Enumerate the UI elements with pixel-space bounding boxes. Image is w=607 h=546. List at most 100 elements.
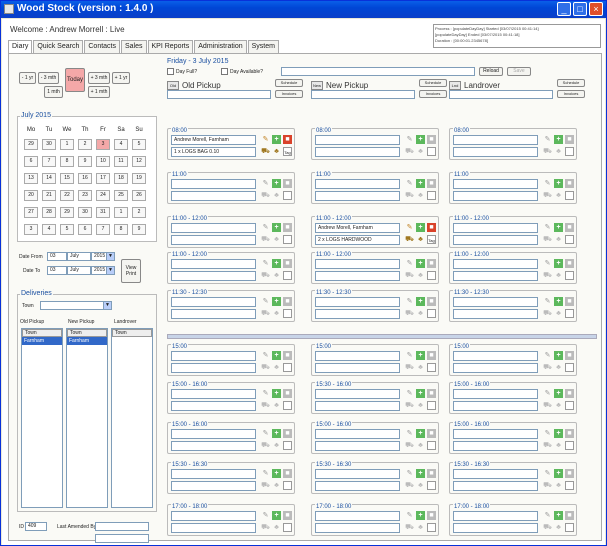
slot-customer-field[interactable] (315, 429, 400, 439)
delivery-icon[interactable]: ⛟ (261, 523, 270, 532)
tag-checkbox[interactable] (565, 363, 574, 372)
date-from-year[interactable]: 2015 (91, 252, 107, 261)
slot-items-field[interactable] (171, 523, 256, 533)
calendar-day[interactable]: 6 (24, 156, 38, 167)
slot-customer-field[interactable] (171, 297, 256, 307)
delete-icon[interactable]: ■ (283, 469, 292, 478)
minus-1-month-button[interactable]: 1 mth (44, 86, 63, 98)
slot-items-field[interactable] (453, 363, 538, 373)
collection-icon[interactable]: ♣ (416, 363, 425, 372)
delete-icon[interactable]: ■ (283, 429, 292, 438)
invoices-button[interactable]: Invoices (275, 90, 303, 98)
add-icon[interactable]: + (554, 297, 563, 306)
slot-customer-field[interactable] (315, 389, 400, 399)
tag-checkbox[interactable] (283, 309, 292, 318)
slot-customer-field[interactable] (315, 179, 400, 189)
slot-customer-field[interactable] (315, 511, 400, 521)
calendar-day[interactable]: 15 (60, 173, 74, 184)
tag-checkbox[interactable] (565, 191, 574, 200)
delivery-icon[interactable]: ⛟ (543, 441, 552, 450)
add-icon[interactable]: + (272, 259, 281, 268)
add-icon[interactable]: + (416, 179, 425, 188)
add-icon[interactable]: + (272, 429, 281, 438)
add-icon[interactable]: + (272, 223, 281, 232)
tag-checkbox[interactable] (427, 441, 436, 450)
column-notes-input[interactable] (449, 90, 553, 99)
edit-icon[interactable]: ✎ (405, 135, 414, 144)
old-pickup-town-list[interactable]: Town Farnham (21, 328, 63, 508)
collection-icon[interactable]: ♣ (416, 401, 425, 410)
slot-items-field[interactable] (315, 401, 400, 411)
tag-checkbox[interactable] (283, 441, 292, 450)
collection-icon[interactable]: ♣ (416, 523, 425, 532)
edit-icon[interactable]: ✎ (543, 389, 552, 398)
schedule-button[interactable]: Schedule (419, 79, 447, 87)
delivery-icon[interactable]: ⛟ (261, 147, 270, 156)
calendar-day[interactable]: 10 (96, 156, 110, 167)
date-to-month[interactable]: July (67, 266, 91, 275)
slot-customer-field[interactable] (453, 223, 538, 233)
tag-checkbox[interactable] (565, 523, 574, 532)
edit-icon[interactable]: ✎ (261, 351, 270, 360)
edit-icon[interactable]: ✎ (261, 135, 270, 144)
edit-icon[interactable]: ✎ (543, 429, 552, 438)
calendar-day[interactable]: 6 (78, 224, 92, 235)
calendar-day[interactable]: 4 (114, 139, 128, 150)
slot-items-field[interactable] (453, 401, 538, 411)
slot-items-field[interactable] (453, 235, 538, 245)
calendar-day[interactable]: 7 (42, 156, 56, 167)
last-amended-field-2[interactable] (95, 534, 149, 543)
delete-icon[interactable]: ■ (427, 223, 436, 232)
calendar-day[interactable]: 18 (114, 173, 128, 184)
calendar-day[interactable]: 7 (96, 224, 110, 235)
edit-icon[interactable]: ✎ (543, 351, 552, 360)
tag-checkbox[interactable] (283, 481, 292, 490)
slot-items-field[interactable] (171, 441, 256, 451)
delete-icon[interactable]: ■ (427, 389, 436, 398)
plus-1-year-button[interactable]: + 1 yr (112, 72, 130, 84)
delete-icon[interactable]: ■ (283, 223, 292, 232)
add-icon[interactable]: + (554, 179, 563, 188)
add-icon[interactable]: + (554, 223, 563, 232)
delivery-icon[interactable]: ⛟ (261, 481, 270, 490)
slot-items-field[interactable] (171, 401, 256, 411)
delivery-icon[interactable]: ⛟ (261, 309, 270, 318)
collection-icon[interactable]: ♣ (554, 147, 563, 156)
list-item[interactable]: Farnham (67, 337, 107, 345)
calendar-day[interactable]: 23 (78, 190, 92, 201)
tag-checkbox[interactable] (565, 401, 574, 410)
add-icon[interactable]: + (416, 469, 425, 478)
calendar-day[interactable]: 9 (78, 156, 92, 167)
slot-customer-field[interactable] (315, 297, 400, 307)
add-icon[interactable]: + (272, 135, 281, 144)
add-icon[interactable]: + (554, 469, 563, 478)
slot-customer-field[interactable] (453, 259, 538, 269)
slot-customer-field[interactable] (171, 351, 256, 361)
add-icon[interactable]: + (416, 389, 425, 398)
edit-icon[interactable]: ✎ (261, 389, 270, 398)
collection-icon[interactable]: ♣ (554, 441, 563, 450)
add-icon[interactable]: + (272, 511, 281, 520)
delete-icon[interactable]: ■ (565, 259, 574, 268)
delivery-icon[interactable]: ⛟ (261, 363, 270, 372)
edit-icon[interactable]: ✎ (543, 223, 552, 232)
reload-button[interactable]: Reload (479, 67, 503, 76)
edit-icon[interactable]: ✎ (543, 135, 552, 144)
tab-administration[interactable]: Administration (194, 40, 247, 53)
id-field[interactable]: 409 (25, 522, 47, 531)
delete-icon[interactable]: ■ (565, 223, 574, 232)
slot-customer-field[interactable] (315, 351, 400, 361)
slot-customer-field[interactable]: Andrew Morell, Farnham (171, 135, 256, 145)
today-button[interactable]: Today (65, 68, 85, 92)
slot-customer-field[interactable] (453, 351, 538, 361)
view-print-button[interactable]: View Print (121, 259, 141, 283)
calendar-day[interactable]: 21 (42, 190, 56, 201)
tag-checkbox[interactable] (565, 235, 574, 244)
slot-items-field[interactable] (171, 235, 256, 245)
edit-icon[interactable]: ✎ (405, 179, 414, 188)
day-full-checkbox[interactable] (167, 68, 174, 75)
calendar-day[interactable]: 14 (42, 173, 56, 184)
date-from-month[interactable]: July (67, 252, 91, 261)
slot-items-field[interactable] (453, 309, 538, 319)
edit-icon[interactable]: ✎ (405, 511, 414, 520)
